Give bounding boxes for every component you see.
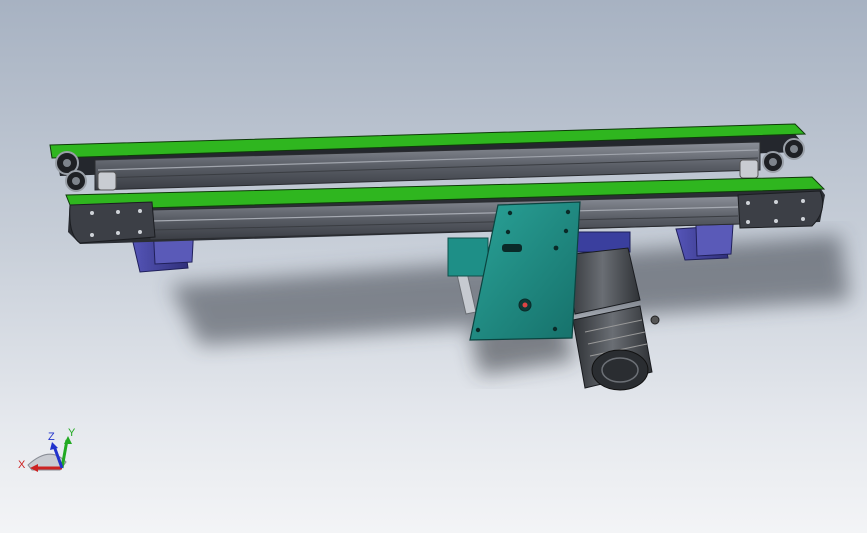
- y-axis-label: Y: [68, 427, 76, 439]
- z-axis-arrow-head: [50, 442, 58, 450]
- front-right-end-plate[interactable]: [737, 190, 824, 229]
- x-axis-label: X: [18, 459, 26, 471]
- z-axis-label: Z: [48, 431, 55, 443]
- orientation-triad[interactable]: X Y Z: [18, 427, 76, 472]
- front-left-end-plate[interactable]: [69, 201, 156, 244]
- conveyor-model[interactable]: X Y Z: [0, 0, 867, 533]
- cad-viewport[interactable]: X Y Z: [0, 0, 867, 533]
